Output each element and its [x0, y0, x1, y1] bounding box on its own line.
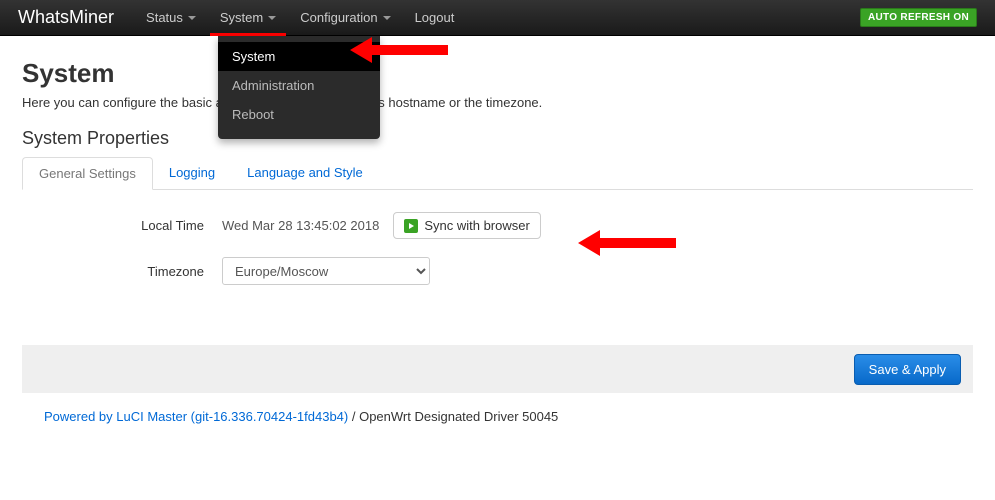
content: System Here you can configure the basic …	[0, 36, 995, 434]
nav-configuration[interactable]: Configuration	[288, 0, 402, 36]
sync-with-browser-button[interactable]: Sync with browser	[393, 212, 540, 239]
value-local-time: Wed Mar 28 13:45:02 2018 Sync with brows…	[222, 212, 541, 239]
save-apply-button[interactable]: Save & Apply	[854, 354, 961, 385]
action-bar: Save & Apply	[22, 345, 973, 393]
nav-status[interactable]: Status	[134, 0, 208, 36]
arrow-annotation-icon	[578, 228, 678, 258]
nav-configuration-label: Configuration	[300, 10, 377, 25]
dropdown-item-administration[interactable]: Administration	[218, 71, 380, 100]
tabs: General Settings Logging Language and St…	[22, 157, 973, 190]
nav-system-label: System	[220, 10, 263, 25]
label-local-time: Local Time	[22, 218, 222, 233]
caret-icon	[188, 16, 196, 20]
page-title: System	[22, 58, 973, 89]
dropdown-item-reboot[interactable]: Reboot	[218, 100, 380, 129]
navbar: WhatsMiner Status System Configuration L…	[0, 0, 995, 36]
footer-rest: / OpenWrt Designated Driver 50045	[348, 409, 558, 424]
nav-status-label: Status	[146, 10, 183, 25]
value-timezone: Europe/Moscow	[222, 257, 430, 285]
tab-general-settings[interactable]: General Settings	[22, 157, 153, 190]
footer-link[interactable]: Powered by LuCI Master (git-16.336.70424…	[44, 409, 348, 424]
nav-system[interactable]: System	[208, 0, 288, 36]
label-timezone: Timezone	[22, 264, 222, 279]
sync-button-label: Sync with browser	[424, 218, 529, 233]
caret-icon	[383, 16, 391, 20]
caret-icon	[268, 16, 276, 20]
timezone-select[interactable]: Europe/Moscow	[222, 257, 430, 285]
row-local-time: Local Time Wed Mar 28 13:45:02 2018 Sync…	[22, 212, 973, 239]
footer: Powered by LuCI Master (git-16.336.70424…	[22, 393, 973, 424]
play-icon	[404, 219, 418, 233]
tab-language-style[interactable]: Language and Style	[231, 157, 379, 189]
arrow-annotation-icon	[350, 35, 450, 65]
nav-logout-label: Logout	[415, 10, 455, 25]
tab-logging[interactable]: Logging	[153, 157, 231, 189]
auto-refresh-badge[interactable]: AUTO REFRESH ON	[860, 8, 977, 27]
page-desc: Here you can configure the basic aspects…	[22, 95, 973, 110]
brand[interactable]: WhatsMiner	[18, 7, 114, 28]
row-timezone: Timezone Europe/Moscow	[22, 257, 973, 285]
nav-logout[interactable]: Logout	[403, 0, 467, 36]
local-time-value: Wed Mar 28 13:45:02 2018	[222, 218, 379, 233]
section-title: System Properties	[22, 128, 973, 149]
